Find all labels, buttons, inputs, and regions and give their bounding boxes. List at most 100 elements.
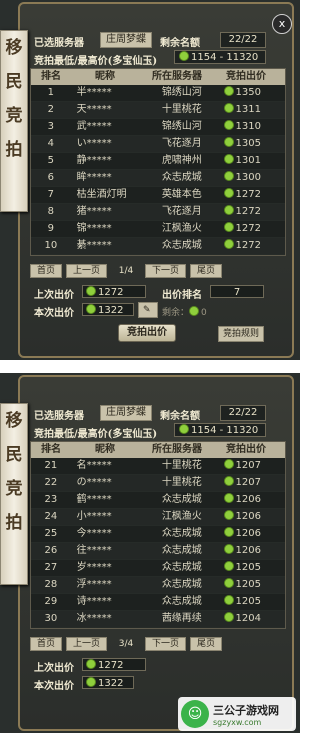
server-cell: 众志成城: [161, 545, 202, 556]
bid-cell: 1272: [220, 204, 286, 220]
rank-cell: 23: [44, 494, 58, 505]
server-cell: 十里桃花: [161, 460, 202, 471]
coin-icon: [223, 120, 234, 130]
bid-value: 1207: [235, 460, 261, 471]
coin-icon: [86, 659, 96, 669]
table-row: 9 锦***** 江枫渔火 1272: [31, 221, 285, 238]
prev-page-button[interactable]: 上一页: [66, 264, 108, 278]
server-cell: 江枫渔火: [161, 511, 202, 522]
bid-value: 1350: [235, 87, 261, 98]
next-page-button[interactable]: 下一页: [145, 637, 187, 651]
coin-icon: [223, 188, 234, 198]
nickname-cell: 锦*****: [76, 223, 112, 234]
coin-icon: [179, 424, 189, 434]
auction-panel-1: 移 民 竞 拍 x 已选服务器 庄周梦蝶 剩余名额 22/22 竞拍最低/最高价…: [0, 0, 300, 360]
coin-icon: [223, 171, 234, 181]
pagination: 首页 上一页 1/4 下一页 尾页: [30, 264, 284, 278]
server-cell: 十里桃花: [161, 477, 202, 488]
bid-value: 1305: [235, 138, 261, 149]
auction-rules-button[interactable]: 竞拍规则: [218, 326, 265, 342]
server-cell: 众志成城: [161, 172, 202, 183]
remaining-quota-label: 剩余名额: [160, 411, 200, 422]
this-bid-input[interactable]: 1322: [82, 676, 134, 689]
nickname-cell: 天*****: [76, 104, 112, 115]
col-bid: 竞拍出价: [226, 71, 266, 82]
server-cell: 虎啸神州: [161, 155, 202, 166]
nickname-cell: 静*****: [76, 155, 112, 166]
table-row: 22 の***** 十里桃花 1207: [31, 475, 285, 492]
table-header: 排名 昵称 所在服务器 竞拍出价: [31, 69, 285, 85]
table-row: 8 猪***** 飞花逐月 1272: [31, 204, 285, 221]
coin-icon: [223, 222, 234, 232]
edit-bid-button[interactable]: ✎: [138, 302, 158, 318]
nickname-cell: 猪*****: [76, 206, 112, 217]
bid-value: 1206: [235, 528, 261, 539]
price-range-label: 竞拍最低/最高价(多宝仙玉): [34, 56, 158, 67]
bid-cell: 1300: [220, 170, 286, 186]
first-page-button[interactable]: 首页: [30, 264, 63, 278]
nickname-cell: 武*****: [76, 121, 112, 132]
bid-value: 1206: [235, 494, 261, 505]
site-logo-icon: ☺: [181, 700, 209, 728]
bid-cell: 1310: [220, 119, 286, 135]
title-scroll: 移 民 竞 拍: [0, 403, 28, 585]
table-body: 21 名***** 十里桃花 1207 22 の***** 十里桃花 1207 23 鹤*****…: [31, 458, 285, 628]
selected-server-label: 已选服务器: [34, 38, 84, 49]
rank-cell: 5: [47, 155, 55, 166]
server-cell: 众志成城: [161, 494, 202, 505]
selected-server-button[interactable]: 庄周梦蝶: [100, 405, 152, 421]
table-row: 6 眸***** 众志成城 1300: [31, 170, 285, 187]
price-range-value: 1154 - 11320: [174, 50, 266, 64]
title-scroll: 移 民 竞 拍: [0, 30, 28, 212]
close-button[interactable]: x: [272, 14, 292, 34]
server-cell: 众志成城: [161, 579, 202, 590]
col-nickname: 昵称: [95, 71, 115, 82]
bid-value: 1272: [235, 206, 261, 217]
bid-value: 1311: [235, 104, 261, 115]
table-row: 27 岁***** 众志成城 1205: [31, 560, 285, 577]
watermark-name: 三公子游戏网: [213, 703, 279, 717]
coin-icon: [223, 86, 234, 96]
last-page-button[interactable]: 尾页: [190, 637, 223, 651]
nickname-cell: い*****: [76, 138, 112, 149]
bid-cell: 1206: [220, 492, 286, 508]
rank-cell: 21: [44, 460, 58, 471]
remaining-quota-value: 22/22: [220, 405, 266, 421]
page-indicator: 1/4: [118, 266, 134, 276]
selected-server-button[interactable]: 庄周梦蝶: [100, 32, 152, 48]
nickname-cell: 綦*****: [76, 240, 112, 251]
page-indicator: 3/4: [118, 639, 134, 649]
table-row: 30 冰***** 茜缘再续 1204: [31, 611, 285, 628]
rank-cell: 10: [44, 240, 58, 251]
first-page-button[interactable]: 首页: [30, 637, 63, 651]
coin-icon: [223, 239, 234, 249]
server-cell: 十里桃花: [161, 104, 202, 115]
watermark-text: 三公子游戏网 sgzyxw.com: [213, 702, 279, 727]
nickname-cell: 诗*****: [76, 596, 112, 607]
col-server: 所在服务器: [152, 444, 202, 455]
bid-value: 1300: [235, 172, 261, 183]
bid-value: 1272: [235, 189, 261, 200]
remaining-count-label: 剩余：: [162, 308, 190, 318]
prev-page-button[interactable]: 上一页: [66, 637, 108, 651]
table-row: 4 い***** 飞花逐月 1305: [31, 136, 285, 153]
table-row: 29 诗***** 众志成城 1205: [31, 594, 285, 611]
bid-rank-value: 7: [210, 285, 264, 298]
bid-cell: 1350: [220, 85, 286, 101]
bid-value: 1310: [235, 121, 261, 132]
next-page-button[interactable]: 下一页: [145, 264, 187, 278]
rank-cell: 6: [47, 172, 55, 183]
server-cell: 飞花逐月: [161, 138, 202, 149]
bid-value: 1205: [235, 579, 261, 590]
this-bid-input[interactable]: 1322: [82, 303, 134, 316]
table-row: 24 小***** 江枫渔火 1206: [31, 509, 285, 526]
coin-icon: [86, 304, 96, 314]
coin-icon: [223, 493, 234, 503]
submit-bid-button[interactable]: 竞拍出价: [118, 324, 176, 342]
coin-icon: [223, 154, 234, 164]
last-page-button[interactable]: 尾页: [190, 264, 223, 278]
title-char: 拍: [5, 513, 23, 533]
bid-cell: 1205: [220, 594, 286, 610]
bid-cell: 1311: [220, 102, 286, 118]
rank-cell: 24: [44, 511, 58, 522]
